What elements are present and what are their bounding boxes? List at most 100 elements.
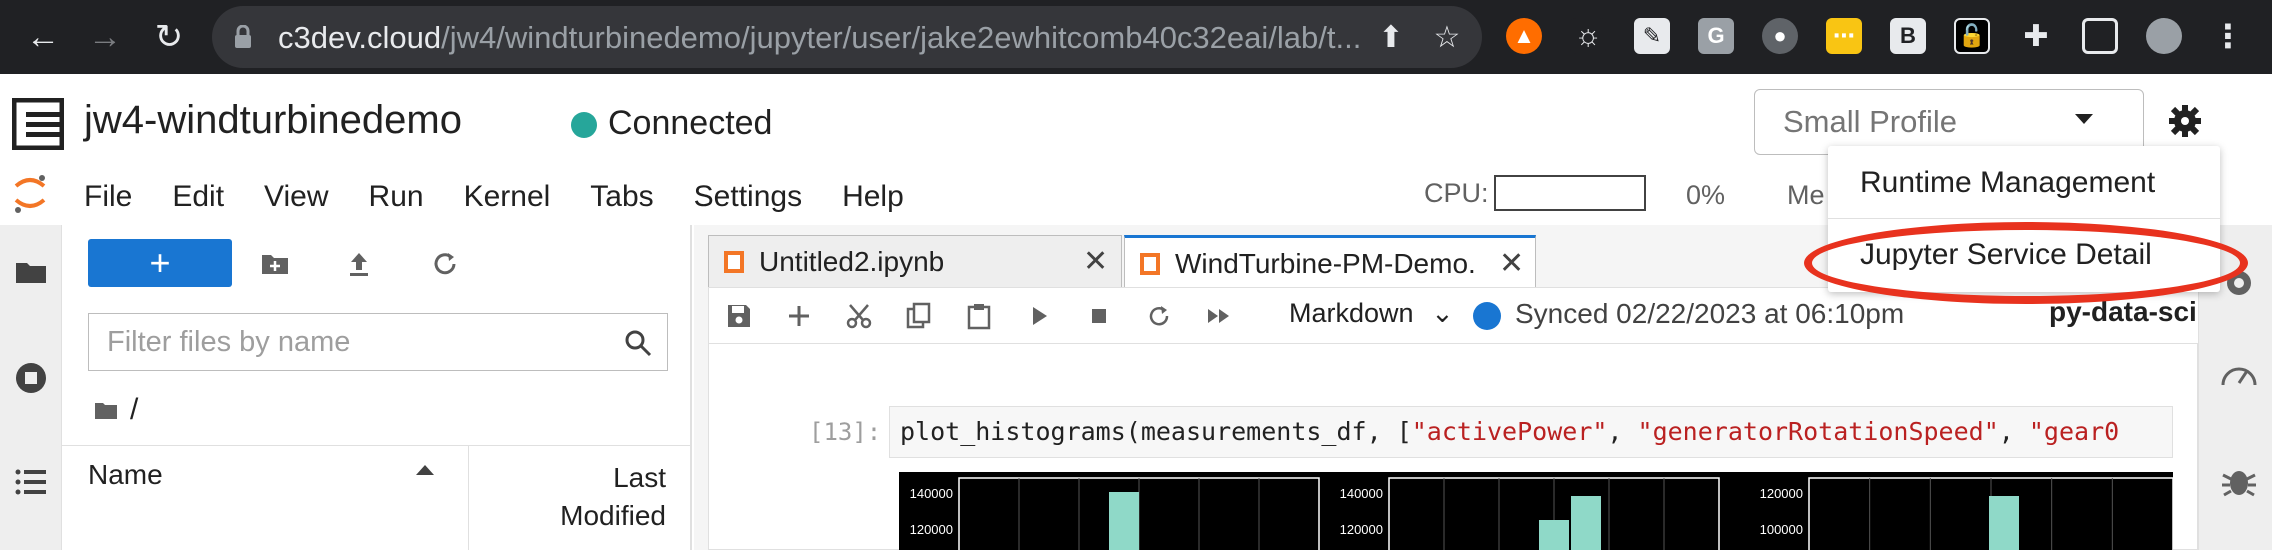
plus-icon: +	[149, 242, 171, 283]
extension-grammar-icon[interactable]: ●	[1762, 18, 1798, 54]
debugger-bug-icon[interactable]	[2219, 461, 2259, 501]
close-icon[interactable]: ✕	[1499, 246, 1524, 281]
address-bar[interactable]: c3dev.cloud/jw4/windturbinedemo/jupyter/…	[212, 6, 1482, 68]
add-cell-icon[interactable]	[785, 302, 813, 330]
cpu-label: CPU:	[1424, 178, 1489, 208]
y-tick-label: 140000	[910, 486, 953, 501]
menu-run[interactable]: Run	[369, 180, 424, 214]
extension-fire-icon[interactable]: ▲	[1506, 18, 1542, 54]
gear-icon[interactable]	[2168, 104, 2202, 138]
cpu-usage-bar	[1494, 175, 1646, 211]
sidepanel-icon[interactable]	[2082, 18, 2118, 54]
notebook-panel: Markdown ⌄ Synced 02/22/2023 at 06:10pm …	[708, 287, 2199, 550]
upload-icon[interactable]	[344, 249, 374, 279]
avatar[interactable]	[2146, 18, 2182, 54]
paste-icon[interactable]	[965, 302, 993, 330]
bookmark-star-icon[interactable]: ☆	[1428, 18, 1466, 56]
y-tick-label: 100000	[1760, 522, 1803, 537]
kebab-menu-icon[interactable]: ⋮	[2210, 18, 2246, 54]
copy-icon[interactable]	[905, 302, 933, 330]
menu-file[interactable]: File	[84, 180, 132, 214]
tab-windturbine-pm-demo[interactable]: WindTurbine-PM-Demo. ✕	[1124, 235, 1536, 287]
code-text: plot_histograms(measurements_df, ["activ…	[900, 417, 2120, 446]
histogram-bar	[1571, 496, 1601, 550]
histogram-bar	[1989, 496, 2019, 550]
notebook-icon	[724, 251, 744, 273]
extension-g-icon[interactable]: G	[1698, 18, 1734, 54]
file-browser: + Filter files by name / Name Last Modif…	[62, 225, 692, 550]
url-text: c3dev.cloud/jw4/windturbinedemo/jupyter/…	[278, 20, 1362, 55]
lock-icon	[235, 25, 251, 48]
extension-lock-icon[interactable]: 🔓	[1954, 18, 1990, 54]
share-icon[interactable]: ⬆	[1372, 18, 1410, 56]
folder-icon[interactable]	[14, 255, 48, 289]
extension-note-icon[interactable]: ✎	[1634, 18, 1670, 54]
column-resizer[interactable]	[468, 445, 469, 550]
menu-view[interactable]: View	[264, 180, 328, 214]
fast-forward-icon[interactable]	[1205, 302, 1233, 330]
connection-status-text: Connected	[608, 104, 773, 142]
browser-toolbar: ← → ↻ c3dev.cloud/jw4/windturbinedemo/ju…	[0, 0, 2272, 74]
connection-status-dot	[571, 112, 597, 138]
y-tick-label: 120000	[910, 522, 953, 537]
breadcrumb-root[interactable]: /	[130, 393, 138, 427]
y-tick-label: 140000	[1340, 486, 1383, 501]
check-circle-icon	[1473, 302, 1501, 330]
extension-b-icon[interactable]: B	[1890, 18, 1926, 54]
new-launcher-button[interactable]: +	[88, 239, 232, 287]
extension-sun-icon[interactable]: ☼	[1570, 18, 1606, 54]
c3-logo-icon	[12, 98, 64, 150]
reload-icon[interactable]: ↻	[146, 14, 192, 60]
menu-help[interactable]: Help	[842, 180, 904, 214]
stop-icon[interactable]	[1085, 302, 1113, 330]
main-menubar: File Edit View Run Kernel Tabs Settings …	[84, 180, 944, 214]
running-kernels-icon[interactable]	[14, 361, 48, 395]
run-icon[interactable]	[1025, 302, 1053, 330]
back-arrow-icon[interactable]: ←	[20, 14, 66, 60]
save-icon[interactable]	[725, 302, 753, 330]
cell-type-select[interactable]: Markdown ⌄	[1289, 298, 1454, 329]
new-folder-icon[interactable]	[260, 249, 290, 279]
menu-edit[interactable]: Edit	[172, 180, 224, 214]
histogram-bar	[1109, 492, 1139, 550]
histogram-bar	[1539, 520, 1569, 550]
jupyter-logo-icon	[14, 175, 46, 213]
extensions-puzzle-icon[interactable]: ✚	[2018, 18, 2054, 54]
extension-dots-icon[interactable]: ⋯	[1826, 18, 1862, 54]
cpu-percent: 0%	[1686, 180, 1726, 210]
annotation-highlight-ellipse	[1804, 222, 2248, 304]
code-cell-editor[interactable]: plot_histograms(measurements_df, ["activ…	[889, 406, 2173, 458]
search-icon	[625, 330, 652, 357]
y-tick-label: 120000	[1340, 522, 1383, 537]
histogram-output: 1400001200001400001200001000001200001000…	[899, 472, 2173, 550]
chevron-down-icon: ⌄	[1431, 298, 1454, 328]
app-title: jw4-windturbinedemo	[84, 98, 462, 142]
sync-status: Synced 02/22/2023 at 06:10pm	[1515, 298, 1905, 329]
notebook-icon	[1140, 253, 1160, 275]
gauge-icon[interactable]	[2219, 357, 2259, 397]
close-icon[interactable]: ✕	[1083, 244, 1108, 279]
filter-files-input[interactable]: Filter files by name	[88, 313, 668, 371]
divider	[62, 445, 692, 446]
column-header-last-modified[interactable]: Last Modified	[560, 459, 666, 535]
sort-ascending-icon	[416, 465, 434, 475]
column-header-name[interactable]: Name	[88, 459, 163, 491]
left-activity-bar	[0, 225, 62, 550]
y-tick-label: 120000	[1760, 486, 1803, 501]
menu-settings[interactable]: Settings	[694, 180, 802, 214]
menu-tabs[interactable]: Tabs	[590, 180, 653, 214]
refresh-icon[interactable]	[430, 249, 460, 279]
breadcrumb: /	[94, 393, 138, 427]
cell-prompt: [13]:	[809, 418, 882, 446]
restart-icon[interactable]	[1145, 302, 1173, 330]
menu-separator	[1828, 218, 2220, 219]
chevron-down-icon	[2075, 114, 2093, 124]
forward-arrow-icon[interactable]: →	[82, 14, 128, 60]
menu-item-runtime-management[interactable]: Runtime Management	[1860, 166, 2155, 200]
cut-icon[interactable]	[845, 302, 873, 330]
menu-kernel[interactable]: Kernel	[464, 180, 551, 214]
memory-label: Me	[1787, 180, 1825, 210]
table-of-contents-icon[interactable]	[14, 465, 48, 499]
tab-untitled2[interactable]: Untitled2.ipynb ✕	[708, 235, 1122, 287]
folder-icon[interactable]	[94, 400, 118, 420]
